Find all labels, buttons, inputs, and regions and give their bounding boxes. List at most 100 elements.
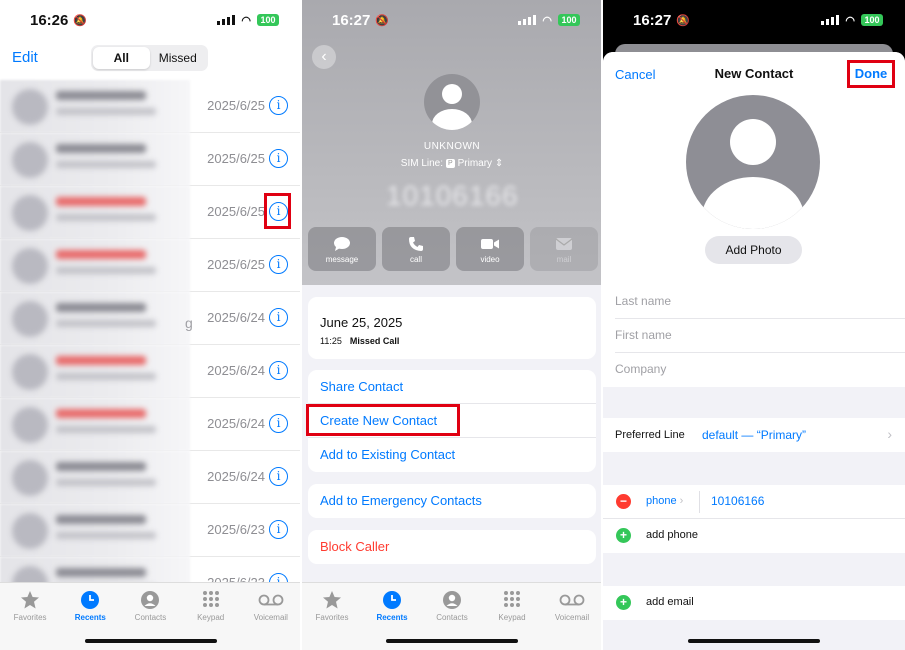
info-icon[interactable]: i	[269, 414, 288, 433]
avatar	[12, 142, 48, 178]
home-indicator	[84, 639, 217, 643]
call-row[interactable]: 2025/6/25 i	[0, 133, 301, 186]
tab-label: Keypad	[197, 613, 225, 622]
info-icon[interactable]: i	[269, 520, 288, 539]
caller-header: 16:27 🔕 ◠ 100 ‹ UNKNOWN SIM Line: P Prima…	[302, 0, 602, 285]
contact-photo-placeholder	[686, 95, 820, 229]
info-icon[interactable]: i	[269, 361, 288, 380]
add-phone-row[interactable]: + add phone	[603, 519, 905, 553]
info-icon[interactable]: i	[269, 149, 288, 168]
blurred-name	[56, 462, 146, 471]
call-date: June 25, 2025	[320, 315, 403, 330]
first-name-field[interactable]: First name	[615, 319, 905, 353]
tab-favorites[interactable]: Favorites	[304, 589, 360, 650]
wifi-icon: ◠	[542, 14, 552, 27]
call-date: 2025/6/24	[207, 310, 265, 325]
call-row[interactable]: 2025/6/25 i	[0, 80, 301, 133]
preferred-line-row[interactable]: Preferred Line default — “Primary” ›	[603, 418, 905, 452]
star-icon	[2, 589, 58, 611]
voicemail-icon	[243, 589, 299, 611]
remove-phone-icon[interactable]: −	[616, 494, 631, 509]
info-icon[interactable]: i	[269, 308, 288, 327]
info-icon[interactable]: i	[269, 255, 288, 274]
signal-icon	[518, 15, 537, 25]
done-button[interactable]: Done	[847, 60, 895, 88]
message-icon	[308, 235, 376, 253]
person-icon	[122, 589, 178, 611]
avatar	[12, 460, 48, 496]
call-row[interactable]: 2025/6/24 i g	[0, 292, 301, 345]
call-row[interactable]: 2025/6/25 i	[0, 239, 301, 292]
call-time-row: 11:25 Missed Call	[320, 336, 399, 346]
add-photo-button[interactable]: Add Photo	[705, 236, 802, 264]
recents-screen: 16:26 🔕 ◠ 100 Edit All Missed 2025/6/25 i 2…	[0, 0, 301, 650]
segment-all[interactable]: All	[93, 47, 150, 69]
blurred-name	[56, 91, 146, 100]
home-indicator	[688, 639, 820, 643]
chevron-updown-icon: ⇕	[494, 158, 504, 169]
action-label: call	[409, 255, 422, 264]
avatar	[12, 89, 48, 125]
call-row[interactable]: 2025/6/24 i	[0, 345, 301, 398]
tab-favorites[interactable]: Favorites	[2, 589, 58, 650]
status-time: 16:27	[332, 11, 371, 29]
blurred-subtitle	[56, 479, 156, 486]
battery-icon: 100	[861, 14, 883, 26]
silent-bell-icon: 🔕	[73, 14, 88, 27]
call-row[interactable]: 2025/6/24 i	[0, 451, 301, 504]
status-bar: 16:27 🔕 ◠ 100	[302, 0, 602, 40]
info-icon[interactable]: i	[269, 96, 288, 115]
blurred-subtitle	[56, 426, 156, 433]
tab-label: Voicemail	[554, 613, 590, 622]
block-card: Block Caller	[308, 530, 596, 564]
add-to-emergency-button[interactable]: Add to Emergency Contacts	[308, 484, 596, 518]
phone-icon	[382, 235, 450, 253]
person-icon	[424, 589, 480, 611]
new-contact-sheet: Cancel New Contact Done Add Photo Last n…	[603, 52, 905, 650]
tab-label: Favorites	[13, 613, 47, 622]
call-date: 2025/6/23	[207, 522, 265, 537]
avatar	[12, 195, 48, 231]
video-button[interactable]: video	[456, 227, 524, 271]
phone-type-selector[interactable]: phone ›	[646, 495, 683, 507]
silent-bell-icon: 🔕	[375, 14, 390, 27]
keypad-icon	[183, 589, 239, 611]
segment-missed[interactable]: Missed	[150, 47, 207, 69]
status-bar: 16:27 🔕 ◠ 100	[603, 0, 905, 40]
edit-button[interactable]: Edit	[12, 49, 38, 66]
call-row[interactable]: 2025/6/23 i	[0, 504, 301, 557]
back-button[interactable]: ‹	[312, 45, 336, 69]
add-to-existing-contact-button[interactable]: Add to Existing Contact	[308, 438, 596, 472]
message-button[interactable]: message	[308, 227, 376, 271]
tab-label: Contacts	[134, 613, 167, 622]
sim-line-selector[interactable]: SIM Line: P Primary ⇕	[302, 158, 602, 169]
call-row[interactable]: 2025/6/25 i	[0, 186, 301, 239]
call-date: 2025/6/25	[207, 204, 265, 219]
signal-icon	[821, 15, 840, 25]
action-label: video	[480, 255, 500, 264]
tab-voicemail[interactable]: Voicemail	[243, 589, 299, 650]
last-name-field[interactable]: Last name	[615, 285, 905, 319]
sim-line-value: Primary	[457, 158, 493, 169]
call-row[interactable]: 2025/6/24 i	[0, 398, 301, 451]
add-email-row[interactable]: + add email	[603, 586, 905, 620]
blurred-name	[56, 197, 146, 206]
status-time: 16:26	[30, 11, 69, 29]
call-button[interactable]: call	[382, 227, 450, 271]
tab-voicemail[interactable]: Voicemail	[544, 589, 600, 650]
avatar	[12, 407, 48, 443]
action-label: message	[325, 255, 359, 264]
share-contact-button[interactable]: Share Contact	[308, 370, 596, 404]
blurred-subtitle	[56, 108, 156, 115]
phone-number-field[interactable]: 10106166	[711, 494, 764, 508]
recents-header: Edit All Missed	[0, 40, 301, 76]
company-field[interactable]: Company	[615, 353, 905, 387]
silent-bell-icon: 🔕	[676, 14, 691, 27]
segmented-control: All Missed	[91, 45, 208, 71]
info-icon[interactable]: i	[269, 467, 288, 486]
block-caller-button[interactable]: Block Caller	[308, 530, 596, 564]
blurred-name	[56, 250, 146, 259]
call-time: 11:25	[320, 336, 342, 346]
create-new-contact-button[interactable]: Create New Contact	[306, 404, 596, 438]
avatar	[12, 513, 48, 549]
